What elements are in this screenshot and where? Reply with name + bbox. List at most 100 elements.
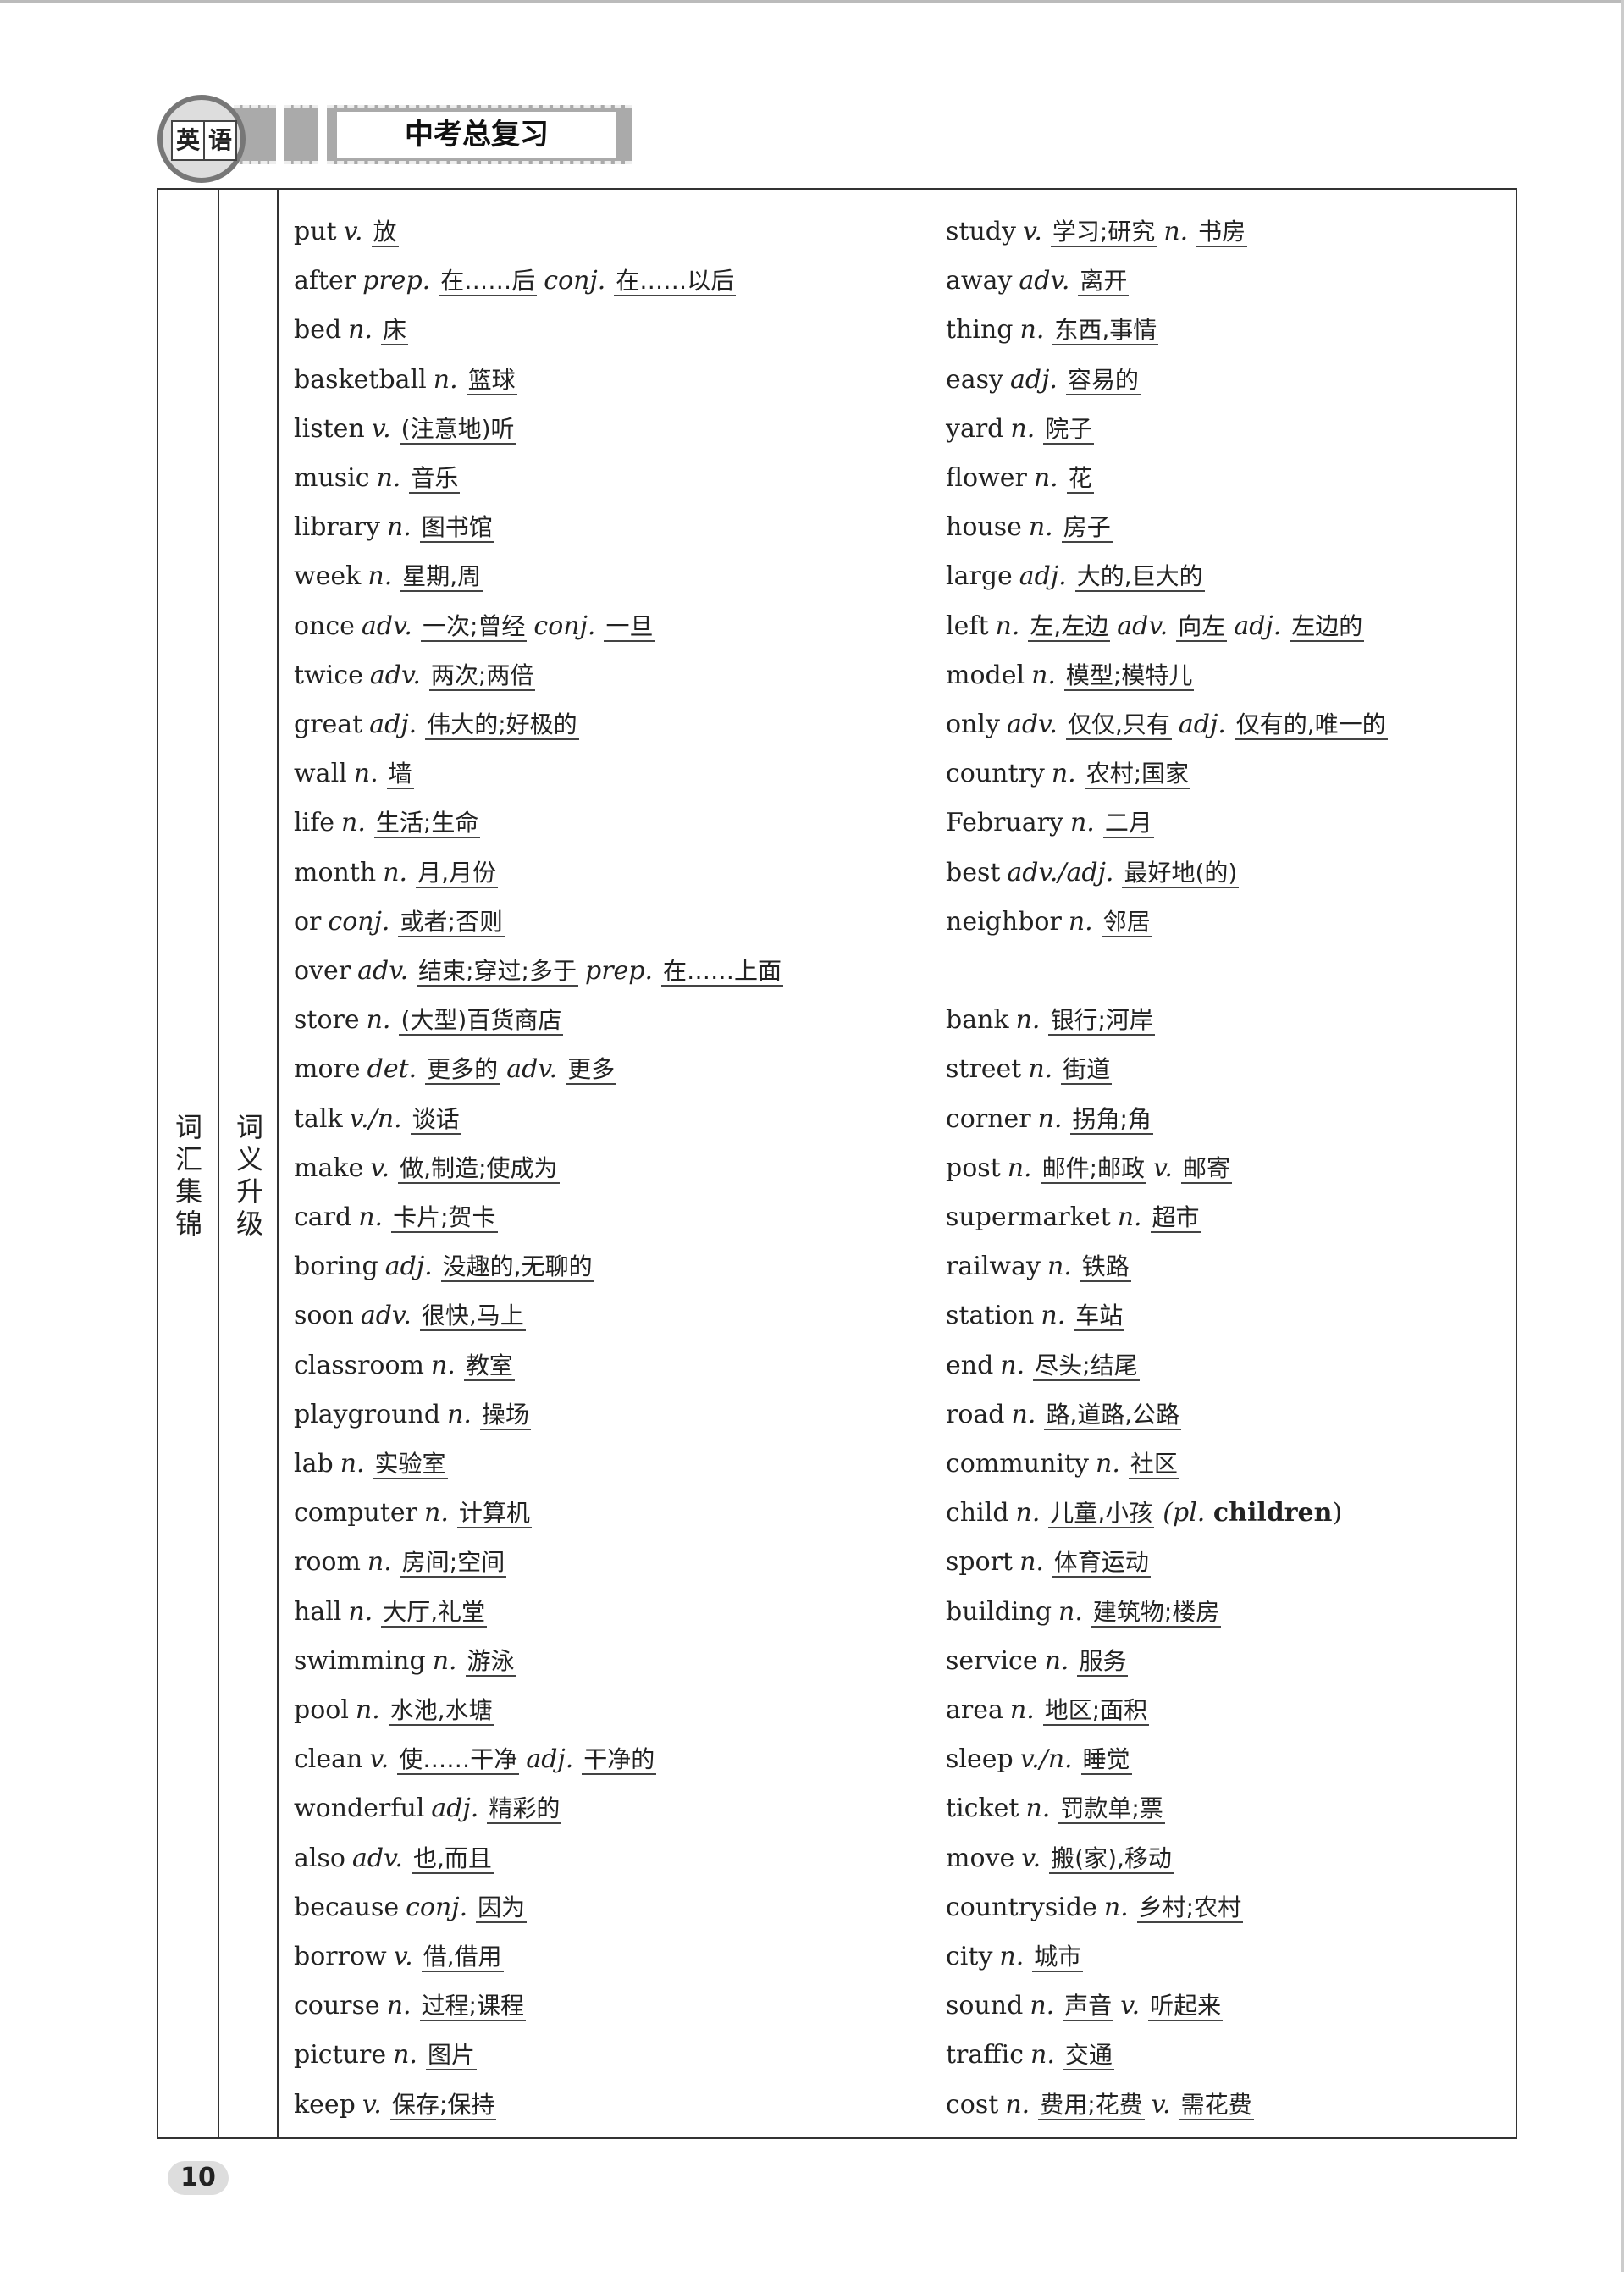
- entry-word: railway: [946, 1252, 1041, 1282]
- entry-word: away: [946, 266, 1013, 296]
- entry-word: life: [294, 808, 335, 838]
- vocab-entry: pool n. 水池,水塘: [294, 1694, 494, 1727]
- vocab-entry: boring adj. 没趣的,无聊的: [294, 1250, 594, 1284]
- part-of-speech: adv.: [369, 660, 421, 690]
- part-of-speech: n.: [1019, 315, 1045, 345]
- vocab-entry: neighbor n. 邻居: [946, 905, 1152, 939]
- column-divider: [218, 190, 219, 2137]
- part-of-speech: det.: [367, 1054, 417, 1085]
- vocab-entry: course n. 过程;课程: [294, 1989, 526, 2023]
- part-of-speech: n.: [1011, 1399, 1036, 1429]
- page-top-edge: [0, 0, 1624, 3]
- vocab-entry: February n. 二月: [946, 806, 1154, 840]
- vocab-entry: large adj. 大的,巨大的: [946, 560, 1205, 594]
- meaning: 卡片;贺卡: [391, 1203, 498, 1233]
- meaning: 放: [371, 218, 399, 247]
- vocab-entry: away adv. 离开: [946, 264, 1130, 298]
- meaning: 音乐: [409, 464, 461, 494]
- badge-char: 英: [173, 122, 205, 159]
- meaning: 花: [1066, 464, 1094, 494]
- entry-word: bank: [946, 1005, 1009, 1036]
- part-of-speech: adv.: [360, 1301, 412, 1331]
- vocab-entry: end n. 尽头;结尾: [946, 1349, 1140, 1383]
- meaning: 做,制造;使成为: [398, 1153, 560, 1184]
- entry-word: picture: [294, 2040, 387, 2070]
- part-of-speech: n.: [1033, 463, 1058, 493]
- entry-word: sleep: [946, 1744, 1014, 1775]
- entry-word: street: [946, 1054, 1022, 1085]
- entry-word: sound: [946, 1991, 1024, 2021]
- part-of-speech: n.: [386, 512, 412, 543]
- part-of-speech: adj.: [1009, 364, 1058, 395]
- entry-word: borrow: [294, 1942, 387, 1971]
- vocab-entry: library n. 图书馆: [294, 511, 494, 545]
- part-of-speech: n.: [1044, 1645, 1069, 1676]
- vocab-entry: service n. 服务: [946, 1645, 1129, 1678]
- meaning: 水池,水塘: [388, 1696, 494, 1726]
- vocab-entry: corner n. 拐角;角: [946, 1103, 1153, 1136]
- vocab-entry: road n. 路,道路,公路: [946, 1398, 1182, 1432]
- meaning: 左边的: [1290, 611, 1365, 642]
- vocab-entry: clean v. 使……干净 adj. 干净的: [294, 1743, 657, 1777]
- part-of-speech: conj.: [328, 906, 390, 937]
- meaning: 儿童,小孩: [1048, 1499, 1155, 1529]
- meaning: 费用;花费: [1038, 2090, 1145, 2120]
- part-of-speech: conj.: [544, 266, 606, 296]
- part-of-speech: n.: [1058, 1596, 1083, 1627]
- part-of-speech: n.: [1010, 413, 1036, 444]
- meaning: 二月: [1102, 809, 1154, 839]
- meaning: 邮件;邮政: [1040, 1153, 1147, 1184]
- meaning: 更多: [566, 1055, 617, 1086]
- meaning: 教室: [463, 1351, 515, 1381]
- vocab-entry: twice adv. 两次;两倍: [294, 659, 536, 693]
- part-of-speech: n.: [340, 1449, 365, 1479]
- vocabulary-table: 词汇集锦 词义升级 put v. 放 after prep. 在……后 conj. 在……以后…: [157, 188, 1517, 2139]
- vocab-entry: also adv. 也,而且: [294, 1842, 494, 1876]
- meaning: 学习;研究: [1050, 218, 1157, 247]
- part-of-speech: v.: [362, 2089, 382, 2120]
- entry-word: lab: [294, 1449, 334, 1479]
- part-of-speech: n.: [367, 1547, 392, 1578]
- part-of-speech: v.: [393, 1942, 413, 1971]
- vocab-entry: railway n. 铁路: [946, 1250, 1131, 1284]
- part-of-speech: n.: [1031, 660, 1056, 690]
- part-of-speech: n.: [432, 1645, 457, 1676]
- entry-word: wonderful: [294, 1794, 425, 1824]
- part-of-speech: n.: [386, 1991, 412, 2021]
- part-of-speech: n.: [1015, 1498, 1041, 1528]
- meaning: 生活;生命: [373, 809, 481, 839]
- vocab-entry: wall n. 墙: [294, 757, 414, 791]
- part-of-speech: v.: [1022, 217, 1042, 246]
- page-header: 英 语 中考总复习: [157, 95, 644, 183]
- part-of-speech: v.: [370, 1153, 390, 1183]
- plural-note: (pl. children): [1163, 1498, 1342, 1528]
- entry-word: course: [294, 1991, 380, 2021]
- vocab-entry: after prep. 在……后 conj. 在……以后: [294, 264, 737, 298]
- meaning: 城市: [1032, 1943, 1084, 1972]
- meaning: 服务: [1077, 1646, 1129, 1677]
- part-of-speech: conj.: [533, 611, 596, 641]
- vocab-entry: more det. 更多的 adv. 更多: [294, 1053, 617, 1086]
- part-of-speech: n.: [348, 1596, 373, 1627]
- plural-close: ): [1332, 1498, 1343, 1528]
- meaning: 尽头;结尾: [1033, 1351, 1140, 1381]
- vocab-entry: put v. 放: [294, 215, 399, 249]
- entry-word: service: [946, 1645, 1038, 1676]
- meaning: 干净的: [582, 1745, 657, 1776]
- part-of-speech: v.: [1153, 1153, 1173, 1183]
- entry-word: child: [946, 1498, 1009, 1528]
- entry-word: flower: [946, 463, 1027, 493]
- vocab-entry: street n. 街道: [946, 1053, 1113, 1086]
- vocab-entry: borrow v. 借,借用: [294, 1940, 504, 1974]
- entry-word: talk: [294, 1103, 343, 1134]
- vocab-entry: traffic n. 交通: [946, 2038, 1114, 2072]
- vocab-entry: soon adv. 很快,马上: [294, 1299, 526, 1333]
- page-right-edge: [1621, 0, 1624, 2272]
- meaning: 罚款单;票: [1058, 1794, 1165, 1825]
- entry-word: left: [946, 611, 989, 641]
- entry-word: move: [946, 1843, 1015, 1873]
- vocab-entry: over adv. 结束;穿过;多于 prep. 在……上面: [294, 954, 784, 988]
- part-of-speech: n.: [447, 1399, 472, 1429]
- vocab-entry: model n. 模型;模特儿: [946, 659, 1195, 693]
- meaning: 过程;课程: [419, 1992, 526, 2022]
